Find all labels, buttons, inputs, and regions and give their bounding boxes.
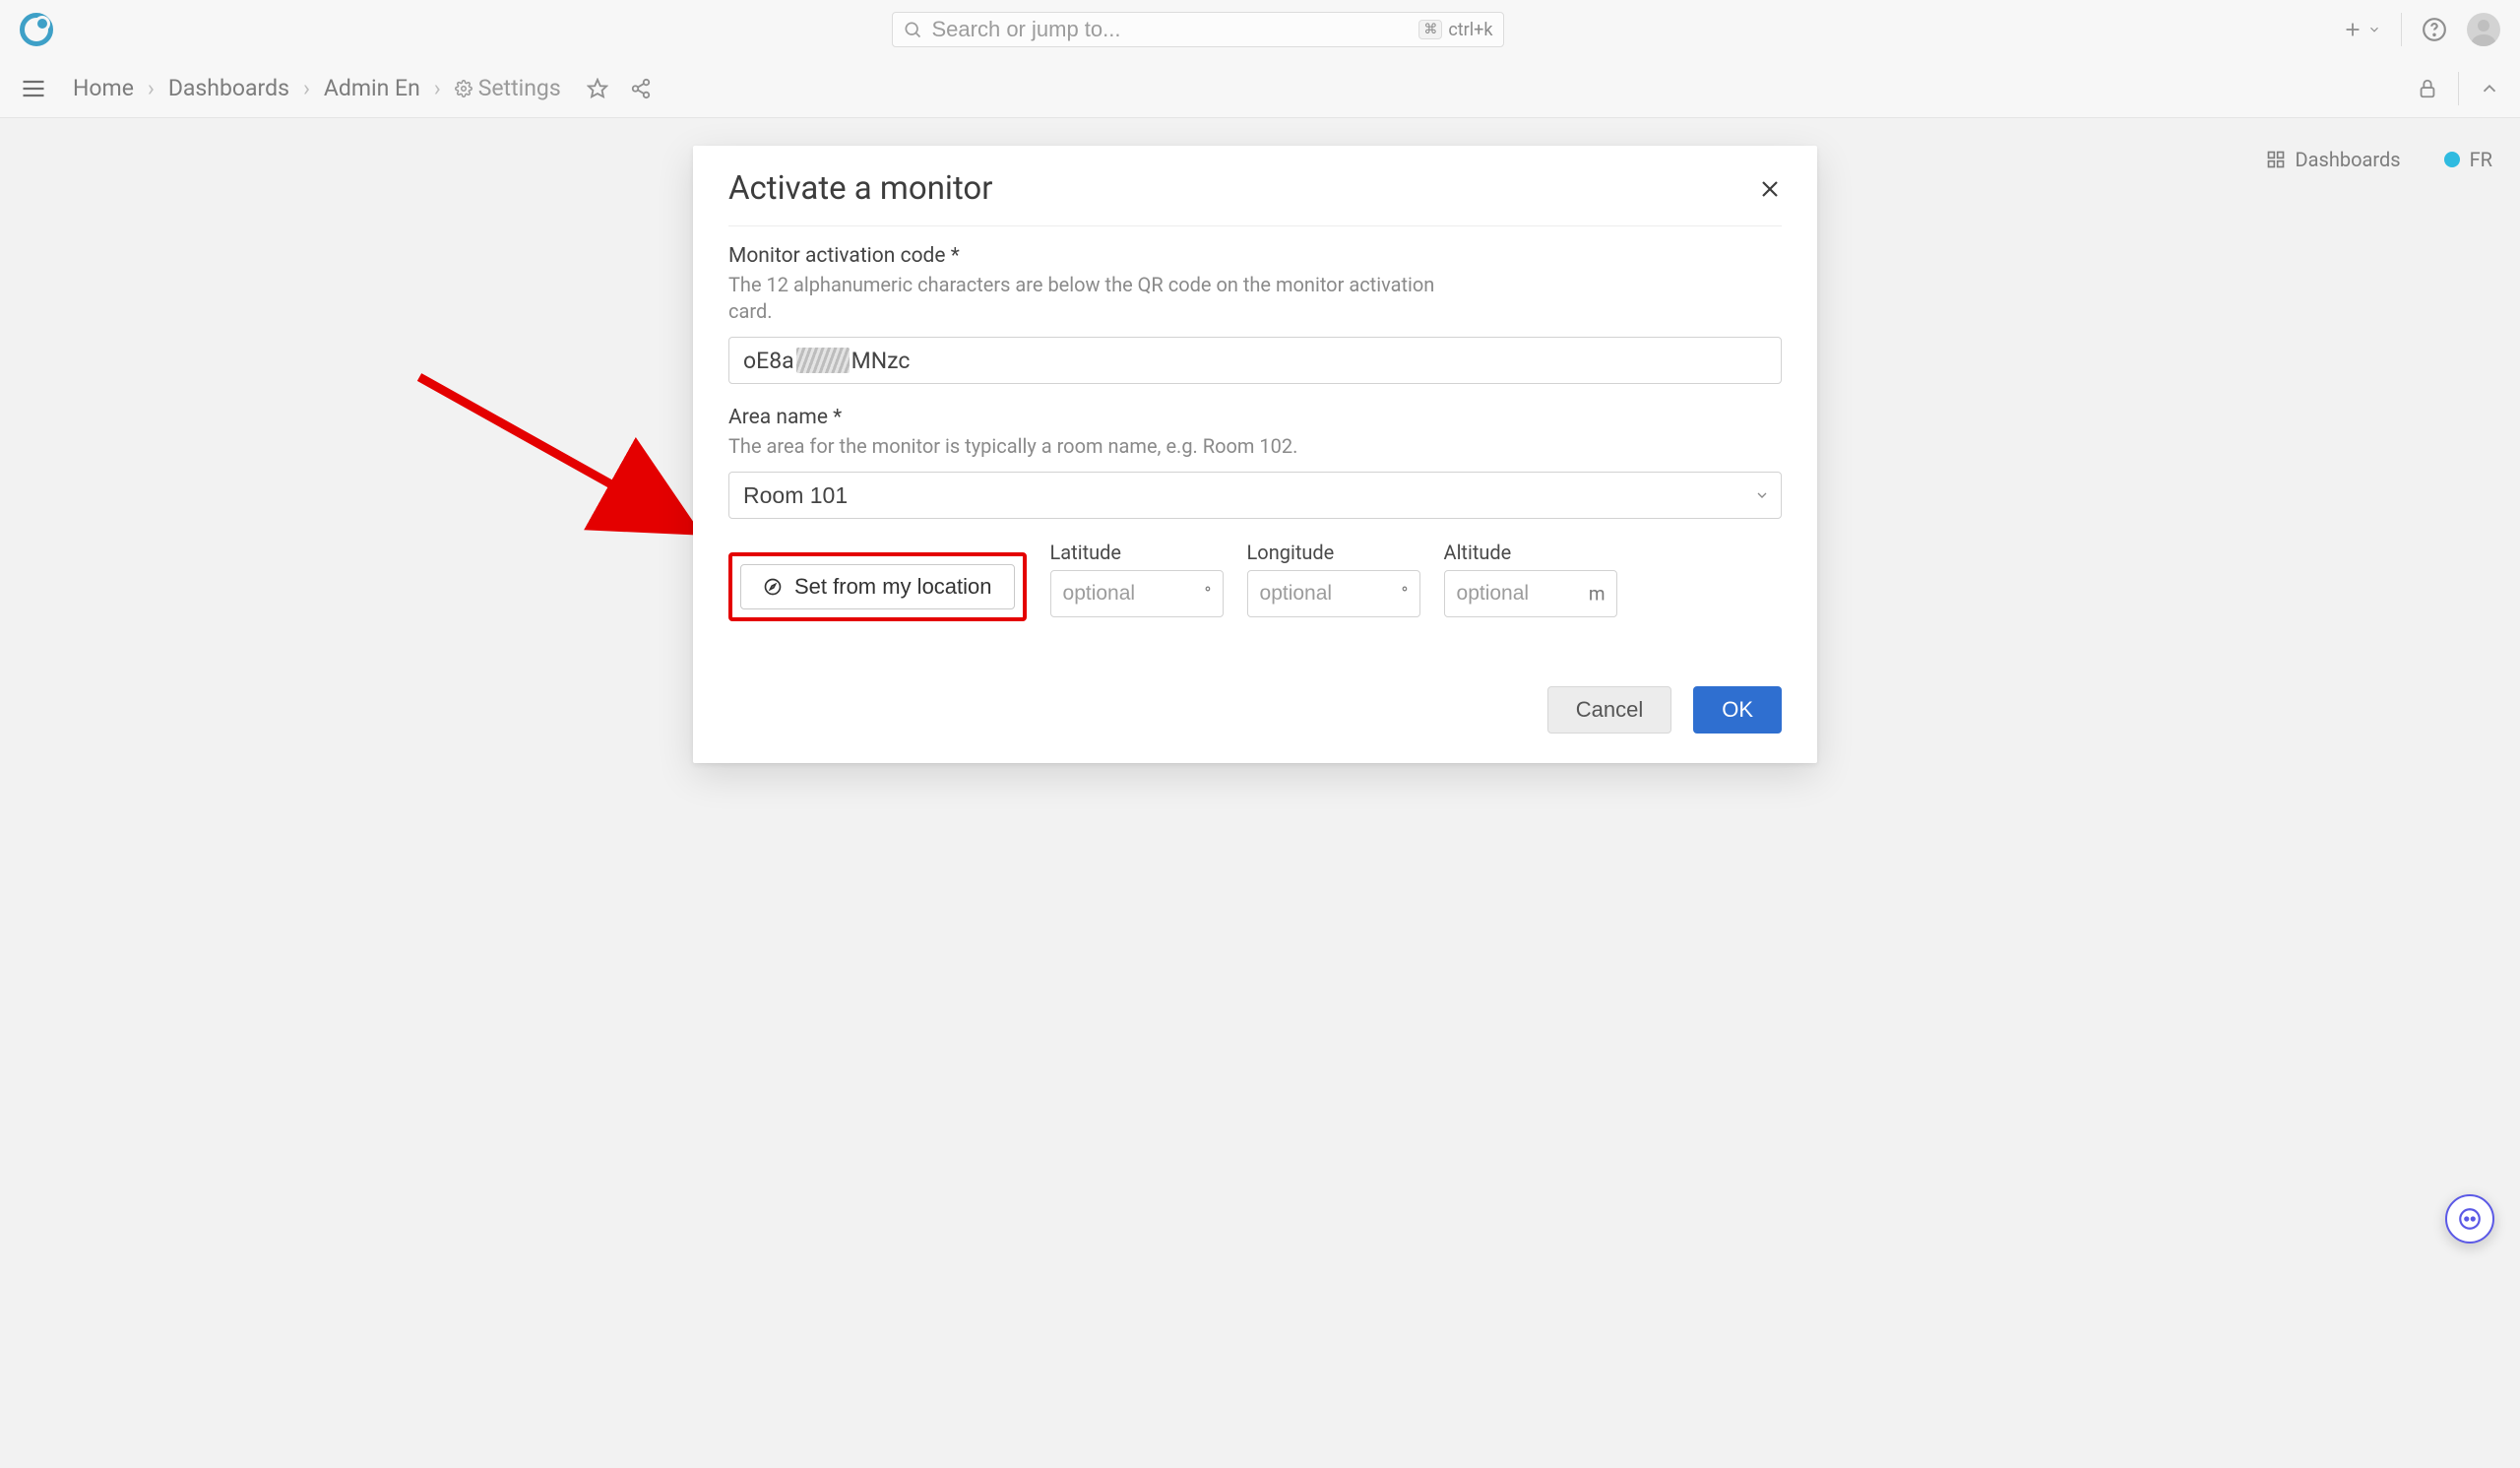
gear-icon — [455, 80, 472, 97]
lock-button[interactable] — [2417, 78, 2438, 99]
star-button[interactable] — [587, 78, 608, 99]
separator — [2401, 13, 2402, 46]
lang-dot-icon — [2444, 152, 2460, 167]
latitude-field: Latitude ° — [1050, 541, 1224, 617]
help-button[interactable] — [2422, 17, 2447, 42]
activation-code-hint: The 12 alphanumeric characters are below… — [728, 272, 1437, 325]
breadcrumb-home[interactable]: Home — [73, 75, 134, 101]
location-row: Set from my location Latitude ° Longitud… — [728, 541, 1782, 617]
app-logo[interactable] — [20, 13, 53, 46]
dialog-title: Activate a monitor — [728, 169, 992, 208]
collapse-button[interactable] — [2479, 78, 2500, 99]
lock-icon — [2417, 78, 2438, 99]
avatar[interactable] — [2467, 13, 2500, 46]
area-name-field: Area name * The area for the monitor is … — [728, 406, 1782, 519]
annotation-highlight: Set from my location — [728, 552, 1027, 621]
chat-fab[interactable] — [2445, 1194, 2494, 1244]
code-masked-segment — [796, 348, 850, 373]
topbar-right — [2342, 13, 2500, 46]
search-box[interactable]: ⌘ ctrl+k — [892, 12, 1504, 47]
kbd-hint-text: ctrl+k — [1448, 20, 1492, 40]
breadcrumb-actions — [587, 78, 652, 99]
ok-button[interactable]: OK — [1693, 686, 1782, 734]
close-icon — [1758, 177, 1782, 201]
kbd-hint: ⌘ ctrl+k — [1418, 20, 1492, 40]
star-icon — [587, 78, 608, 99]
altitude-field: Altitude m — [1444, 541, 1617, 617]
share-icon — [630, 78, 652, 99]
dialog-footer: Cancel OK — [728, 686, 1782, 734]
breadcrumb-admin[interactable]: Admin En — [324, 75, 420, 101]
activate-monitor-dialog: Activate a monitor Monitor activation co… — [693, 146, 1817, 763]
breadcrumb-right — [2417, 72, 2500, 105]
hamburger-menu[interactable] — [20, 75, 47, 102]
area-name-input[interactable] — [728, 472, 1782, 519]
breadcrumbs: Home › Dashboards › Admin En › Settings — [73, 75, 561, 101]
breadcrumb-settings[interactable]: Settings — [455, 75, 561, 101]
page-right-widgets: Dashboards FR — [2266, 148, 2492, 171]
cancel-button[interactable]: Cancel — [1547, 686, 1671, 734]
activation-code-label: Monitor activation code * — [728, 244, 1782, 268]
chat-icon — [2457, 1206, 2483, 1232]
topbar: ⌘ ctrl+k — [0, 0, 2520, 59]
breadcrumb-dashboards[interactable]: Dashboards — [168, 75, 289, 101]
search-icon — [903, 20, 922, 39]
dashboards-link[interactable]: Dashboards — [2266, 148, 2401, 171]
activation-code-field: Monitor activation code * The 12 alphanu… — [728, 244, 1782, 384]
language-toggle[interactable]: FR — [2444, 148, 2492, 171]
search-input[interactable] — [930, 16, 1419, 43]
latitude-input[interactable] — [1050, 570, 1224, 617]
activation-code-input[interactable]: oE8a MNzc — [728, 337, 1782, 384]
close-button[interactable] — [1758, 177, 1782, 201]
chevron-up-icon — [2479, 78, 2500, 99]
set-from-location-button[interactable]: Set from my location — [740, 564, 1015, 609]
dashboards-icon — [2266, 150, 2286, 169]
compass-icon — [763, 577, 783, 597]
longitude-field: Longitude ° — [1247, 541, 1420, 617]
kbd-chip-icon: ⌘ — [1418, 20, 1442, 39]
area-name-label: Area name * — [728, 406, 1782, 429]
add-button[interactable] — [2342, 19, 2381, 40]
breadcrumb-bar: Home › Dashboards › Admin En › Settings — [0, 59, 2520, 118]
longitude-input[interactable] — [1247, 570, 1420, 617]
altitude-input[interactable] — [1444, 570, 1617, 617]
share-button[interactable] — [630, 78, 652, 99]
separator — [2458, 72, 2459, 105]
area-name-hint: The area for the monitor is typically a … — [728, 433, 1437, 460]
